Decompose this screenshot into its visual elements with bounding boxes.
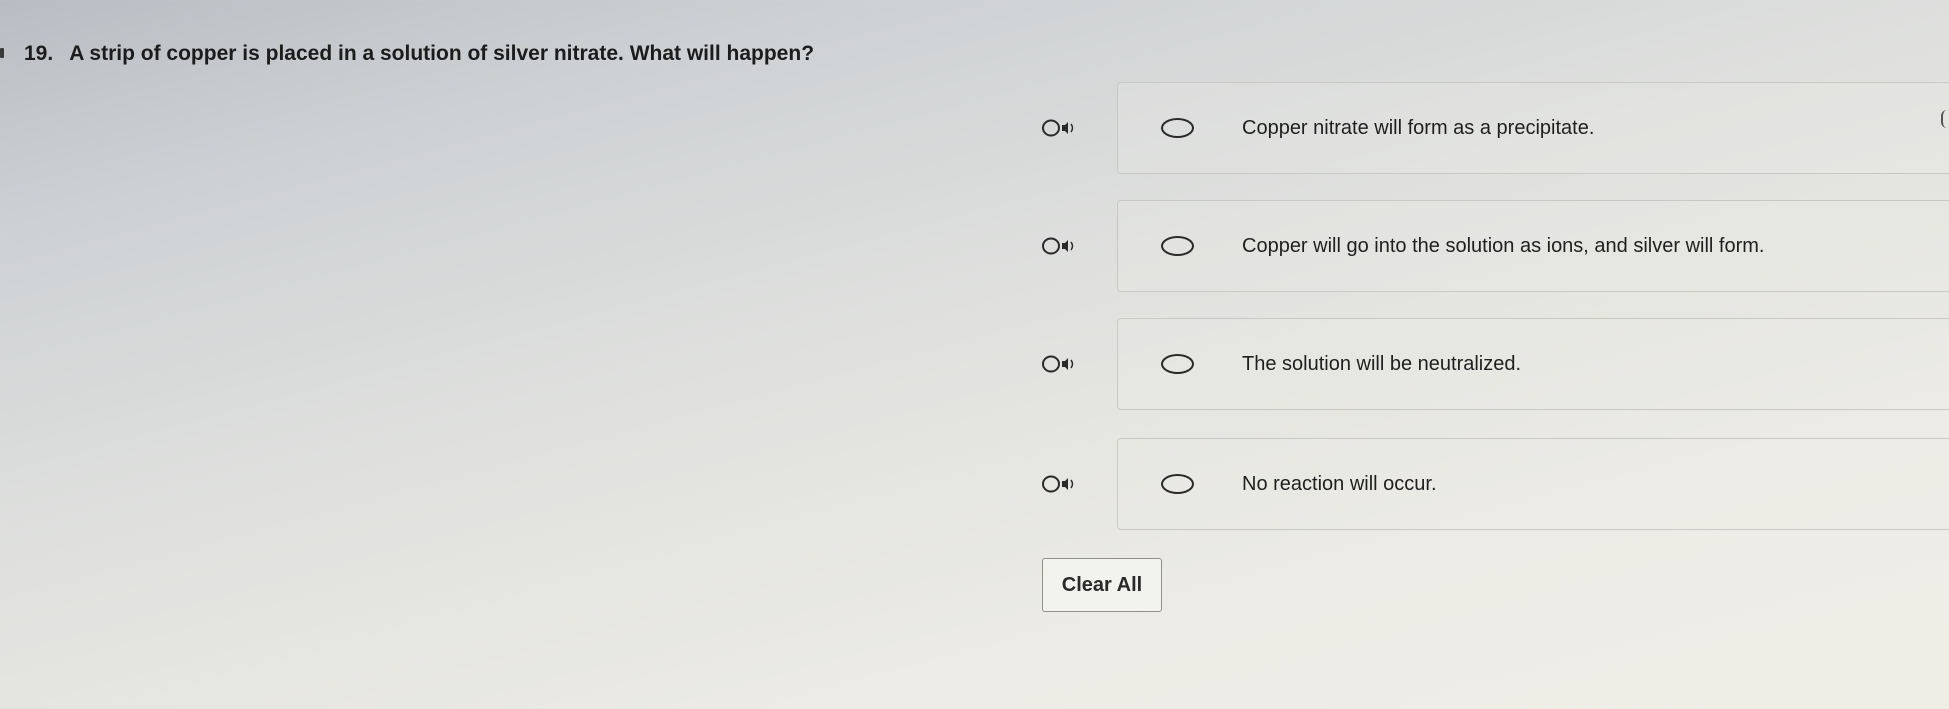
radio-button[interactable]: [1161, 474, 1194, 494]
clear-all-button[interactable]: Clear All: [1042, 558, 1162, 612]
answer-choice-3: The solution will be neutralized.: [1037, 318, 1949, 410]
choice-option-2[interactable]: Copper will go into the solution as ions…: [1117, 200, 1949, 292]
speaker-icon[interactable]: [1037, 231, 1083, 261]
radio-button[interactable]: [1161, 236, 1194, 256]
left-edge-marker: [0, 48, 4, 58]
choice-label: Copper nitrate will form as a precipitat…: [1242, 116, 1595, 139]
answer-choice-1: Copper nitrate will form as a precipitat…: [1037, 82, 1949, 174]
radio-button[interactable]: [1161, 354, 1194, 374]
answer-choice-2: Copper will go into the solution as ions…: [1037, 200, 1949, 292]
speaker-icon[interactable]: [1037, 113, 1083, 143]
speaker-icon[interactable]: [1037, 349, 1083, 379]
choice-label: Copper will go into the solution as ions…: [1242, 234, 1765, 257]
question-text: 19. A strip of copper is placed in a sol…: [24, 42, 814, 66]
right-edge-marker: [1941, 110, 1949, 128]
question-number: 19.: [24, 42, 54, 65]
radio-button[interactable]: [1161, 118, 1194, 138]
answer-choice-4: No reaction will occur.: [1037, 438, 1949, 530]
question-prompt: A strip of copper is placed in a solutio…: [69, 42, 815, 65]
choice-option-1[interactable]: Copper nitrate will form as a precipitat…: [1117, 82, 1949, 174]
choice-option-4[interactable]: No reaction will occur.: [1117, 438, 1949, 530]
choice-label: The solution will be neutralized.: [1242, 352, 1522, 375]
choice-label: No reaction will occur.: [1242, 472, 1437, 495]
choice-option-3[interactable]: The solution will be neutralized.: [1117, 318, 1949, 410]
speaker-icon[interactable]: [1037, 469, 1083, 499]
